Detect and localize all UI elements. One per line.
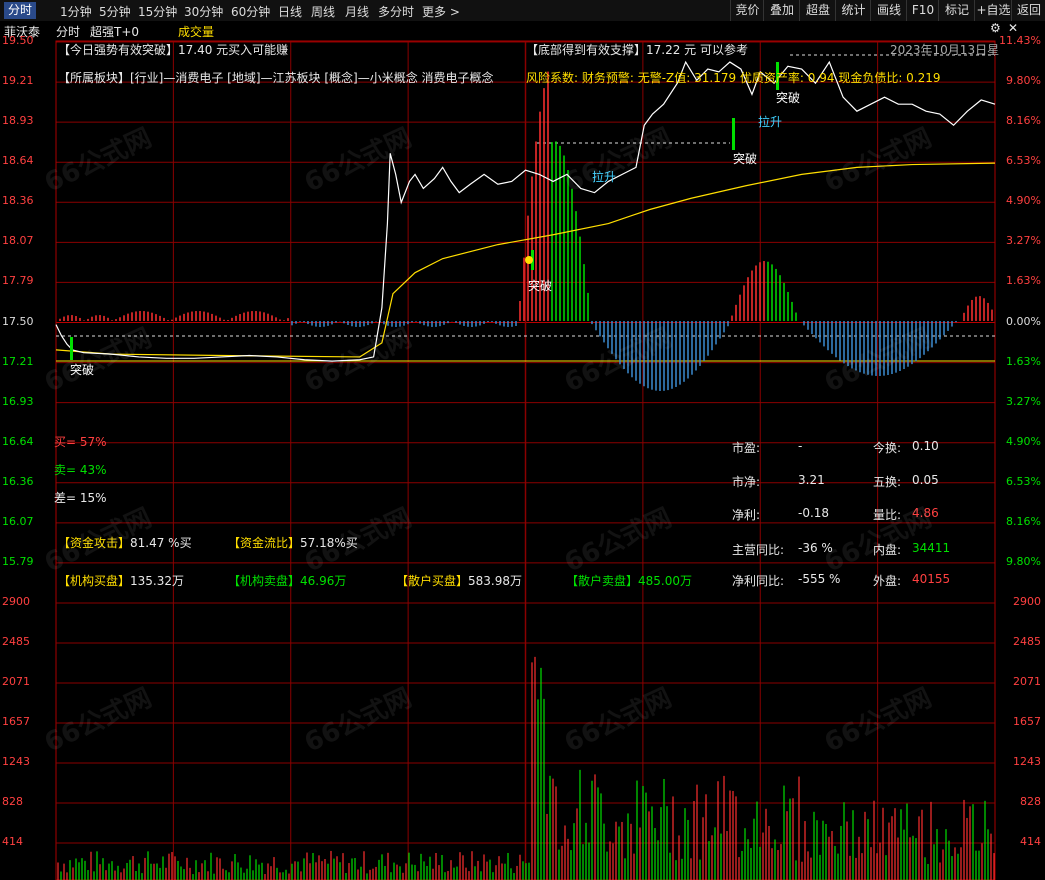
price-tick-label: 16.07 — [2, 514, 34, 528]
price-tick-label: 16.93 — [2, 394, 34, 408]
inst-sell: 【机构卖盘】46.96万 — [228, 574, 347, 588]
sector-text: 【所属板块】[行业]—消费电子 [地域]—江苏板块 [概念]—小米概念 消费电子… — [58, 71, 494, 85]
pct-tick-label: 9.80% — [1006, 554, 1041, 568]
diff-ratio: 差= 15% — [54, 491, 107, 505]
signal-right-text: 【底部得到有效支撑】17.22 元 可以参考 — [526, 43, 748, 57]
volume-tick-label: 2900 — [2, 595, 30, 608]
fundamental-cell: 主营同比: — [732, 543, 785, 557]
risk-text: 风险系数: 财务预警: 无警-Z值: 31.179 优质资产率: 0.94 现金… — [526, 71, 941, 85]
price-tick-label: 19.21 — [2, 74, 34, 88]
fundamental-cell: -0.18 — [798, 506, 830, 520]
pct-tick-label: 1.63% — [1006, 354, 1041, 368]
volume-tick-label: 828 — [1020, 795, 1041, 808]
volume-tick-label: 2485 — [1013, 635, 1041, 648]
fundamental-cell: 今换: — [873, 441, 902, 455]
pct-tick-label: 4.90% — [1006, 434, 1041, 448]
price-tick-label: 16.64 — [2, 434, 34, 448]
volume-tick-label: 2071 — [2, 675, 30, 688]
pct-tick-label: 6.53% — [1006, 474, 1041, 488]
fundamental-cell: 0.10 — [912, 439, 939, 453]
fundamental-cell: 40155 — [912, 572, 951, 586]
fundamental-cell: 34411 — [912, 541, 951, 555]
cursor-marker — [525, 256, 533, 264]
fundamental-cell: 3.21 — [798, 473, 825, 487]
volume-tick-label: 414 — [2, 835, 23, 848]
sell-ratio: 卖= 43% — [54, 463, 107, 477]
breakout-marker — [732, 118, 735, 150]
fundamental-cell: 0.05 — [912, 473, 939, 487]
pct-tick-label: 1.63% — [1006, 274, 1041, 288]
pct-tick-label: 9.80% — [1006, 74, 1041, 88]
fundamental-cell: 净利: — [732, 508, 761, 522]
breakout-label: 突破 — [528, 278, 552, 293]
pct-tick-label: 11.43% — [999, 34, 1041, 47]
inst-buy: 【机构买盘】135.32万 — [58, 574, 185, 588]
retail-buy: 【散户买盘】583.98万 — [396, 574, 523, 588]
fundamental-cell: - — [798, 439, 803, 453]
price-tick-label: 18.36 — [2, 194, 34, 208]
volume-tick-label: 828 — [2, 795, 23, 808]
price-tick-label: 16.36 — [2, 474, 34, 488]
pct-tick-label: 3.27% — [1006, 234, 1041, 248]
price-tick-label: 19.50 — [2, 34, 34, 47]
price-tick-label: 18.64 — [2, 154, 34, 168]
pct-tick-label: 0.00% — [1006, 314, 1041, 328]
volume-tick-label: 414 — [1020, 835, 1041, 848]
pct-tick-label: 3.27% — [1006, 394, 1041, 408]
fundamental-cell: 外盘: — [873, 574, 902, 588]
fundamental-cell: 市盈: — [732, 441, 761, 455]
volume-tick-label: 2900 — [1013, 595, 1041, 608]
volume-tick-label: 1657 — [2, 715, 30, 728]
pull-label: 拉升 — [758, 114, 782, 129]
breakout-label: 突破 — [776, 90, 800, 105]
fundamental-cell: 市净: — [732, 475, 761, 489]
price-tick-label: 17.21 — [2, 354, 34, 368]
buy-ratio: 买= 57% — [54, 435, 107, 449]
volume-tick-label: 2071 — [1013, 675, 1041, 688]
price-tick-label: 18.93 — [2, 114, 34, 128]
volume-tick-label: 1657 — [1013, 715, 1041, 728]
volume-tick-label: 2485 — [2, 635, 30, 648]
pct-tick-label: 4.90% — [1006, 194, 1041, 208]
date-text: 2023年10月13日星 — [890, 43, 1000, 57]
signal-left-text: 【今日强势有效突破】17.40 元买入可能赚 — [58, 43, 289, 57]
price-tick-label: 15.79 — [2, 554, 34, 568]
price-tick-label: 18.07 — [2, 234, 34, 248]
breakout-label: 突破 — [733, 151, 757, 166]
pct-tick-label: 8.16% — [1006, 514, 1041, 528]
pct-tick-label: 8.16% — [1006, 114, 1041, 128]
price-tick-label: 17.50 — [2, 314, 34, 328]
volume-tick-label: 1243 — [1013, 755, 1041, 768]
volume-tick-label: 1243 — [2, 755, 30, 768]
fundamental-cell: 五换: — [873, 475, 902, 489]
price-tick-label: 17.79 — [2, 274, 34, 288]
fundamental-cell: 净利同比: — [732, 574, 785, 588]
retail-sell: 【散户卖盘】485.00万 — [566, 574, 693, 588]
pct-tick-label: 6.53% — [1006, 154, 1041, 168]
